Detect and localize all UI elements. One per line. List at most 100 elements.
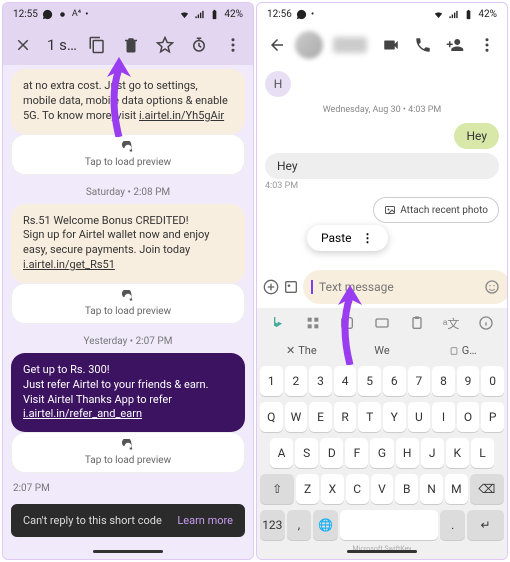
menu-more-icon[interactable]: ⋮ <box>362 231 374 245</box>
time-separator: Yesterday • 2:07 PM <box>11 330 245 353</box>
attach-photo-button[interactable]: Attach recent photo <box>373 197 499 223</box>
letter-key[interactable]: I <box>432 402 455 432</box>
letter-key[interactable]: Y <box>383 402 406 432</box>
letter-key[interactable]: H <box>396 438 419 468</box>
letter-key[interactable]: A <box>270 438 293 468</box>
number-key[interactable]: 1 <box>260 366 283 396</box>
space-key[interactable] <box>340 510 439 540</box>
incoming-bubble[interactable]: Hey <box>265 153 499 179</box>
emoji-icon[interactable] <box>481 276 503 298</box>
video-call-icon[interactable] <box>377 31 405 59</box>
sms-link[interactable]: i.airtel.in/get_Rs51 <box>23 258 115 271</box>
clock-icon[interactable] <box>185 31 213 59</box>
load-preview-button[interactable]: Tap to load preview <box>11 134 245 175</box>
backspace-key[interactable]: ⌫ <box>470 474 504 504</box>
letter-key[interactable]: L <box>471 438 494 468</box>
number-key[interactable]: 3 <box>309 366 332 396</box>
copy-icon[interactable] <box>83 31 111 59</box>
gif-icon[interactable] <box>371 312 393 334</box>
paste-button[interactable]: Paste <box>321 231 352 245</box>
contact-name[interactable] <box>333 37 367 53</box>
number-key[interactable]: 7 <box>408 366 431 396</box>
number-key[interactable]: 4 <box>334 366 357 396</box>
gallery-icon[interactable] <box>283 276 299 298</box>
lang-key[interactable]: 🌐 <box>313 510 338 540</box>
sticker-icon[interactable] <box>336 312 358 334</box>
phone-right: 12:56 • 42% H Wednesday, Aug 30 • 4:03 P… <box>256 2 508 560</box>
letter-key[interactable]: G <box>370 438 393 468</box>
battery-icon <box>209 9 220 20</box>
status-battery: 42% <box>224 9 243 20</box>
plus-icon[interactable] <box>263 276 279 298</box>
number-key[interactable]: 8 <box>432 366 455 396</box>
contact-chip[interactable]: H <box>265 71 291 97</box>
translate-icon[interactable]: ᵃ文 <box>440 312 462 334</box>
letter-key[interactable]: T <box>358 402 381 432</box>
outgoing-bubble[interactable]: Hey <box>454 123 499 149</box>
suggestion-bar: ✕The We G… <box>257 338 507 363</box>
message-textfield[interactable] <box>319 280 475 294</box>
suggestion[interactable]: ✕The <box>261 340 342 361</box>
message-input[interactable] <box>303 270 508 304</box>
close-icon[interactable] <box>9 31 37 59</box>
letter-key[interactable]: U <box>408 402 431 432</box>
more-icon[interactable] <box>473 31 501 59</box>
sms-card[interactable]: at no extra cost. Just go to settings, m… <box>11 69 245 134</box>
add-person-icon[interactable] <box>441 31 469 59</box>
letter-key[interactable]: X <box>321 474 344 504</box>
letter-key[interactable]: C <box>346 474 369 504</box>
letter-key[interactable]: N <box>420 474 443 504</box>
letter-key[interactable]: S <box>295 438 318 468</box>
home-indicator[interactable] <box>347 550 417 553</box>
letter-key[interactable]: W <box>285 402 308 432</box>
sms-card-selected[interactable]: Get up to Rs. 300! Just refer Airtel to … <box>11 353 245 432</box>
letter-key[interactable]: R <box>334 402 357 432</box>
symbols-key[interactable]: 123 <box>260 510 285 540</box>
learn-more-button[interactable]: Learn more <box>177 514 233 527</box>
sms-card[interactable]: Rs.51 Welcome Bonus CREDITED! Sign up fo… <box>11 204 245 283</box>
sms-link[interactable]: i.airtel.in/refer_and_earn <box>23 407 142 420</box>
letter-key[interactable]: M <box>445 474 468 504</box>
letter-key[interactable]: P <box>481 402 504 432</box>
snackbar: Can't reply to this short code Learn mor… <box>11 504 245 537</box>
comma-key[interactable]: , <box>287 510 312 540</box>
delete-icon[interactable] <box>117 31 145 59</box>
letter-key[interactable]: V <box>371 474 394 504</box>
sms-link[interactable]: i.airtel.in/Yh5gAir <box>139 109 224 122</box>
load-preview-button[interactable]: Tap to load preview <box>11 432 245 473</box>
load-preview-button[interactable]: Tap to load preview <box>11 283 245 324</box>
letter-key[interactable]: E <box>309 402 332 432</box>
number-key[interactable]: 0 <box>481 366 504 396</box>
status-bar: 12:56 • 42% <box>257 3 507 25</box>
clipboard-icon[interactable] <box>406 312 428 334</box>
keyboard-menu-icon[interactable] <box>302 312 324 334</box>
letter-key[interactable]: O <box>457 402 480 432</box>
phone-call-icon[interactable] <box>409 31 437 59</box>
enter-key[interactable]: ↵ <box>467 510 504 540</box>
letter-key[interactable]: Z <box>296 474 319 504</box>
suggestion[interactable]: We <box>342 340 423 361</box>
suggestion[interactable]: G… <box>422 340 503 361</box>
number-key[interactable]: 2 <box>285 366 308 396</box>
back-icon[interactable] <box>263 31 291 59</box>
bing-icon[interactable] <box>267 312 289 334</box>
info-icon[interactable] <box>475 312 497 334</box>
letter-key[interactable]: B <box>395 474 418 504</box>
star-icon[interactable] <box>151 31 179 59</box>
number-key[interactable]: 9 <box>457 366 480 396</box>
more-icon[interactable] <box>219 31 247 59</box>
letter-key[interactable]: D <box>320 438 343 468</box>
number-key[interactable]: 5 <box>358 366 381 396</box>
period-key[interactable]: . <box>440 510 465 540</box>
letter-key[interactable]: J <box>421 438 444 468</box>
letter-key[interactable]: F <box>345 438 368 468</box>
number-key[interactable]: 6 <box>383 366 406 396</box>
letter-key[interactable]: K <box>446 438 469 468</box>
chat-body: H Wednesday, Aug 30 • 4:03 PM Hey Hey 4:… <box>257 65 507 266</box>
wifi-icon <box>179 9 190 20</box>
letter-key[interactable]: Q <box>260 402 283 432</box>
home-indicator[interactable] <box>93 550 163 553</box>
shift-key[interactable]: ⇧ <box>260 474 294 504</box>
contact-avatar[interactable] <box>295 31 323 59</box>
keyboard-toolbar: ᵃ文 <box>257 308 507 338</box>
